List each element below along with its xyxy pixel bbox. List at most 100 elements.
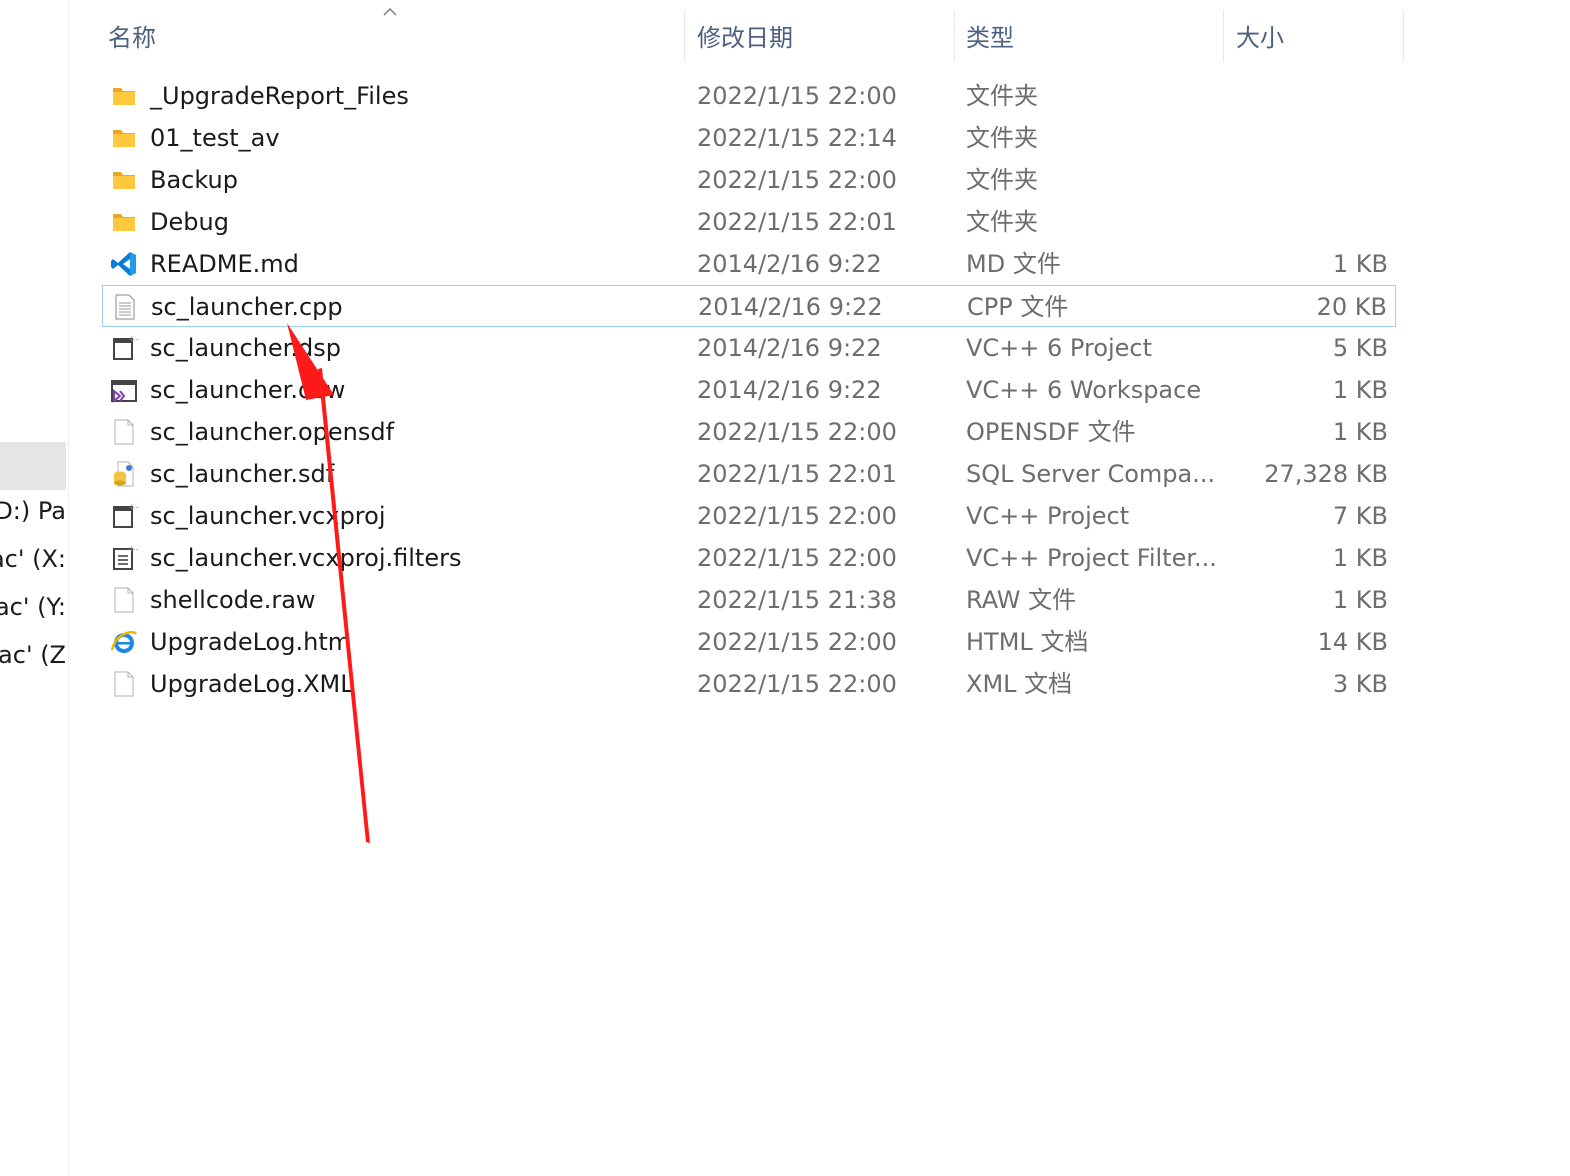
file-type: CPP 文件: [967, 293, 1069, 321]
file-row[interactable]: sc_launcher.opensdf 2022/1/15 22:00 OPENSD…: [102, 411, 1396, 453]
file-modified-date: 2022/1/15 22:00: [697, 670, 897, 698]
file-row[interactable]: _UpgradeReport_Files 2022/1/15 22:00 文件夹: [102, 75, 1396, 117]
blank-file-icon: [110, 670, 138, 698]
file-modified-date: 2022/1/15 21:38: [697, 586, 897, 614]
file-name: sc_launcher.vcxproj.filters: [150, 544, 462, 572]
svg-text:++: ++: [128, 335, 138, 345]
file-name: UpgradeLog.XML: [150, 670, 354, 698]
file-name: _UpgradeReport_Files: [150, 82, 409, 110]
column-header-modified[interactable]: 修改日期: [697, 14, 793, 62]
file-row[interactable]: UpgradeLog.htm 2022/1/15 22:00 HTML 文档 14 K…: [102, 621, 1396, 663]
file-type: VC++ Project: [966, 502, 1130, 530]
file-modified-date: 2014/2/16 9:22: [697, 250, 882, 278]
file-row[interactable]: sc_launcher.dsw 2014/2/16 9:22 VC++ 6 Work…: [102, 369, 1396, 411]
file-row[interactable]: UpgradeLog.XML 2022/1/15 22:00 XML 文档 3 KB: [102, 663, 1396, 705]
file-name: README.md: [150, 250, 299, 278]
file-type: VC++ Project Filter...: [966, 544, 1217, 572]
nav-item-drive-y[interactable]: ac' (Y:: [0, 593, 66, 621]
file-name: Debug: [150, 208, 229, 236]
file-modified-date: 2022/1/15 22:00: [697, 544, 897, 572]
file-row[interactable]: 01_test_av 2022/1/15 22:14 文件夹: [102, 117, 1396, 159]
file-type: MD 文件: [966, 250, 1061, 278]
file-size: 3 KB: [1332, 670, 1388, 698]
file-type: 文件夹: [966, 166, 1038, 194]
file-modified-date: 2022/1/15 22:01: [697, 208, 897, 236]
vc-project-icon: ++: [110, 502, 143, 530]
file-type: 文件夹: [966, 208, 1038, 236]
file-type: VC++ 6 Project: [966, 334, 1153, 362]
file-modified-date: 2022/1/15 22:00: [697, 502, 897, 530]
file-row[interactable]: sc_launcher.sdf 2022/1/15 22:01 SQL Server…: [102, 453, 1396, 495]
file-type: 文件夹: [966, 82, 1038, 110]
file-type: SQL Server Compa...: [966, 460, 1216, 488]
column-header-type[interactable]: 类型: [966, 14, 1014, 62]
file-type: RAW 文件: [966, 586, 1077, 614]
file-name: sc_launcher.opensdf: [150, 418, 395, 446]
file-type: 文件夹: [966, 124, 1038, 152]
sql-database-icon: [110, 460, 138, 488]
file-type: OPENSDF 文件: [966, 418, 1136, 446]
file-row[interactable]: ++ sc_launcher.dsp 2014/2/16 9:22 VC++ 6 Pr…: [102, 327, 1396, 369]
blank-file-icon: [110, 586, 138, 614]
nav-selected-item[interactable]: [0, 442, 66, 490]
file-row[interactable]: sc_launcher.cpp 2014/2/16 9:22 CPP 文件 20 KB: [102, 285, 1396, 327]
file-size: 5 KB: [1332, 334, 1388, 362]
file-name: sc_launcher.sdf: [150, 460, 335, 488]
file-type: HTML 文档: [966, 628, 1089, 656]
nav-item-drive-x[interactable]: ac' (X:: [0, 545, 66, 573]
sort-ascending-icon: [383, 7, 397, 16]
folder-icon: [110, 166, 138, 194]
column-header-name[interactable]: 名称: [108, 14, 156, 62]
folder-icon: [110, 82, 138, 110]
column-divider[interactable]: [684, 10, 685, 62]
file-type: VC++ 6 Workspace: [966, 376, 1202, 404]
file-size: 1 KB: [1332, 586, 1388, 614]
svg-text:++: ++: [128, 503, 138, 513]
svg-text:++: ++: [128, 545, 138, 555]
navigation-pane: D:) Pa ac' (X: ac' (Y: lac' (Z: [0, 0, 69, 1176]
file-modified-date: 2022/1/15 22:14: [697, 124, 897, 152]
vs-workspace-icon: [110, 376, 138, 404]
file-name: sc_launcher.dsp: [150, 334, 341, 362]
folder-icon: [110, 208, 138, 236]
file-size: 1 KB: [1332, 544, 1388, 572]
file-modified-date: 2014/2/16 9:22: [697, 376, 882, 404]
file-row[interactable]: Debug 2022/1/15 22:01 文件夹: [102, 201, 1396, 243]
column-header-size[interactable]: 大小: [1236, 14, 1284, 62]
vscode-icon: [110, 250, 138, 278]
file-name: UpgradeLog.htm: [150, 628, 352, 656]
file-modified-date: 2022/1/15 22:00: [697, 82, 897, 110]
file-name: sc_launcher.vcxproj: [150, 502, 386, 530]
file-size: 1 KB: [1332, 376, 1388, 404]
file-size: 20 KB: [1316, 293, 1387, 321]
file-size: 14 KB: [1317, 628, 1388, 656]
file-type: XML 文档: [966, 670, 1073, 698]
vc-filters-icon: ++: [110, 544, 143, 572]
file-name: shellcode.raw: [150, 586, 316, 614]
file-row[interactable]: ++ sc_launcher.vcxproj.filters 2022/1/15 2…: [102, 537, 1396, 579]
file-modified-date: 2022/1/15 22:00: [697, 418, 897, 446]
column-divider[interactable]: [1223, 10, 1224, 62]
file-size: 7 KB: [1332, 502, 1388, 530]
file-row[interactable]: README.md 2014/2/16 9:22 MD 文件 1 KB: [102, 243, 1396, 285]
file-size: 1 KB: [1332, 250, 1388, 278]
file-row[interactable]: ++ sc_launcher.vcxproj 2022/1/15 22:00 VC++…: [102, 495, 1396, 537]
file-name: sc_launcher.cpp: [151, 293, 343, 321]
file-size: 1 KB: [1332, 418, 1388, 446]
file-row[interactable]: Backup 2022/1/15 22:00 文件夹: [102, 159, 1396, 201]
file-name: 01_test_av: [150, 124, 280, 152]
file-size: 27,328 KB: [1264, 460, 1388, 488]
column-divider[interactable]: [1403, 10, 1404, 62]
folder-icon: [110, 124, 138, 152]
nav-item-drive-z[interactable]: lac' (Z: [0, 641, 66, 669]
vc-project-icon: ++: [110, 334, 143, 362]
blank-file-icon: [110, 418, 138, 446]
file-name: sc_launcher.dsw: [150, 376, 346, 404]
file-modified-date: 2022/1/15 22:01: [697, 460, 897, 488]
nav-item-drive-d[interactable]: D:) Pa: [0, 497, 66, 525]
file-modified-date: 2022/1/15 22:00: [697, 166, 897, 194]
ie-html-icon: [110, 628, 138, 656]
column-divider[interactable]: [954, 10, 955, 62]
file-row[interactable]: shellcode.raw 2022/1/15 21:38 RAW 文件 1 KB: [102, 579, 1396, 621]
file-modified-date: 2014/2/16 9:22: [698, 293, 883, 321]
